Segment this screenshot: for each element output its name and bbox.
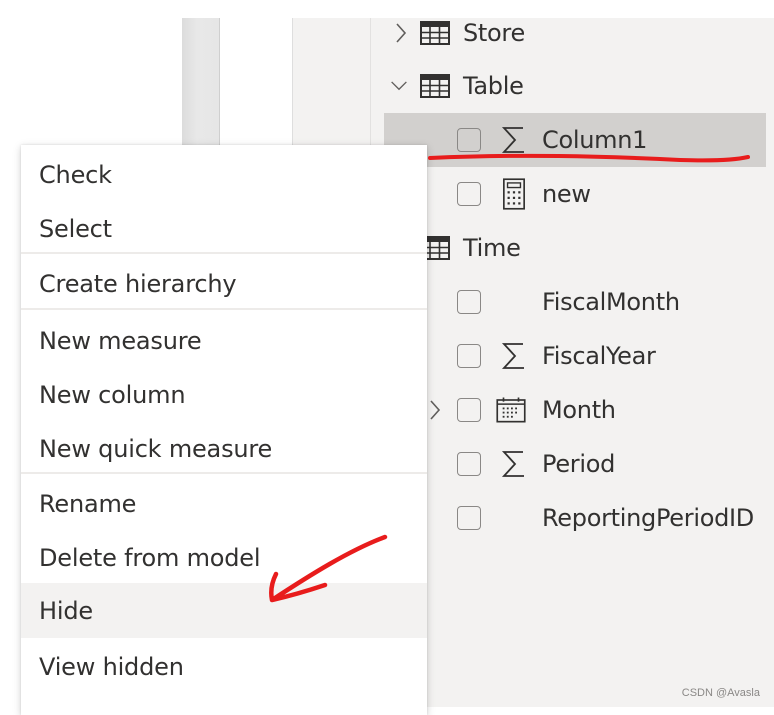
chevron-right-icon[interactable]	[426, 399, 444, 421]
menu-item-hide[interactable]: Hide	[21, 583, 427, 638]
menu-item-create-hierarchy[interactable]: Create hierarchy	[21, 256, 427, 311]
field-checkbox[interactable]	[457, 290, 481, 314]
menu-item-check[interactable]: Check	[21, 147, 427, 202]
table-name: Table	[463, 72, 524, 100]
menu-item-view-hidden[interactable]: View hidden	[21, 639, 427, 694]
field-name: ReportingPeriodID	[542, 504, 754, 532]
sigma-icon	[499, 449, 529, 479]
table-header-time[interactable]: Time	[384, 221, 766, 275]
context-menu: Check Select Create hierarchy New measur…	[21, 145, 427, 715]
menu-item-delete-from-model[interactable]: Delete from model	[21, 530, 427, 585]
menu-item-new-column[interactable]: New column	[21, 367, 427, 422]
field-name: Period	[542, 450, 616, 478]
field-item-fiscalyear[interactable]: FiscalYear	[384, 329, 766, 383]
field-name: Column1	[542, 126, 648, 154]
chevron-right-icon[interactable]	[392, 22, 410, 44]
menu-separator	[21, 308, 427, 310]
sigma-icon	[499, 341, 529, 371]
table-icon	[420, 21, 450, 45]
field-checkbox[interactable]	[457, 452, 481, 476]
field-item-period[interactable]: Period	[384, 437, 766, 491]
menu-item-new-quick-measure[interactable]: New quick measure	[21, 421, 427, 476]
field-item-fiscalmonth[interactable]: FiscalMonth	[384, 275, 766, 329]
field-item-new[interactable]: new	[384, 167, 766, 221]
field-checkbox[interactable]	[457, 182, 481, 206]
menu-item-select[interactable]: Select	[21, 201, 427, 256]
calendar-icon	[496, 395, 526, 425]
field-item-reportingperiodid[interactable]: ReportingPeriodID	[384, 491, 766, 545]
field-checkbox[interactable]	[457, 506, 481, 530]
menu-separator	[21, 252, 427, 254]
field-item-column1[interactable]: Column1	[384, 113, 766, 167]
menu-separator	[21, 472, 427, 474]
menu-item-new-measure[interactable]: New measure	[21, 313, 427, 368]
field-checkbox[interactable]	[457, 398, 481, 422]
chevron-down-icon[interactable]	[390, 75, 408, 97]
calculator-icon	[499, 178, 529, 210]
menu-item-rename[interactable]: Rename	[21, 476, 427, 531]
field-name: new	[542, 180, 591, 208]
table-name: Time	[463, 234, 521, 262]
field-name: FiscalMonth	[542, 288, 680, 316]
field-name: FiscalYear	[542, 342, 656, 370]
table-header-store[interactable]: Store	[384, 6, 766, 60]
field-name: Month	[542, 396, 616, 424]
table-icon	[420, 74, 450, 98]
field-checkbox[interactable]	[457, 344, 481, 368]
table-header-table[interactable]: Table	[384, 59, 766, 113]
field-item-month[interactable]: Month	[384, 383, 766, 437]
field-checkbox[interactable]	[457, 128, 481, 152]
table-name: Store	[463, 19, 525, 47]
sigma-icon	[499, 125, 529, 155]
watermark: CSDN @Avasla	[681, 687, 760, 699]
